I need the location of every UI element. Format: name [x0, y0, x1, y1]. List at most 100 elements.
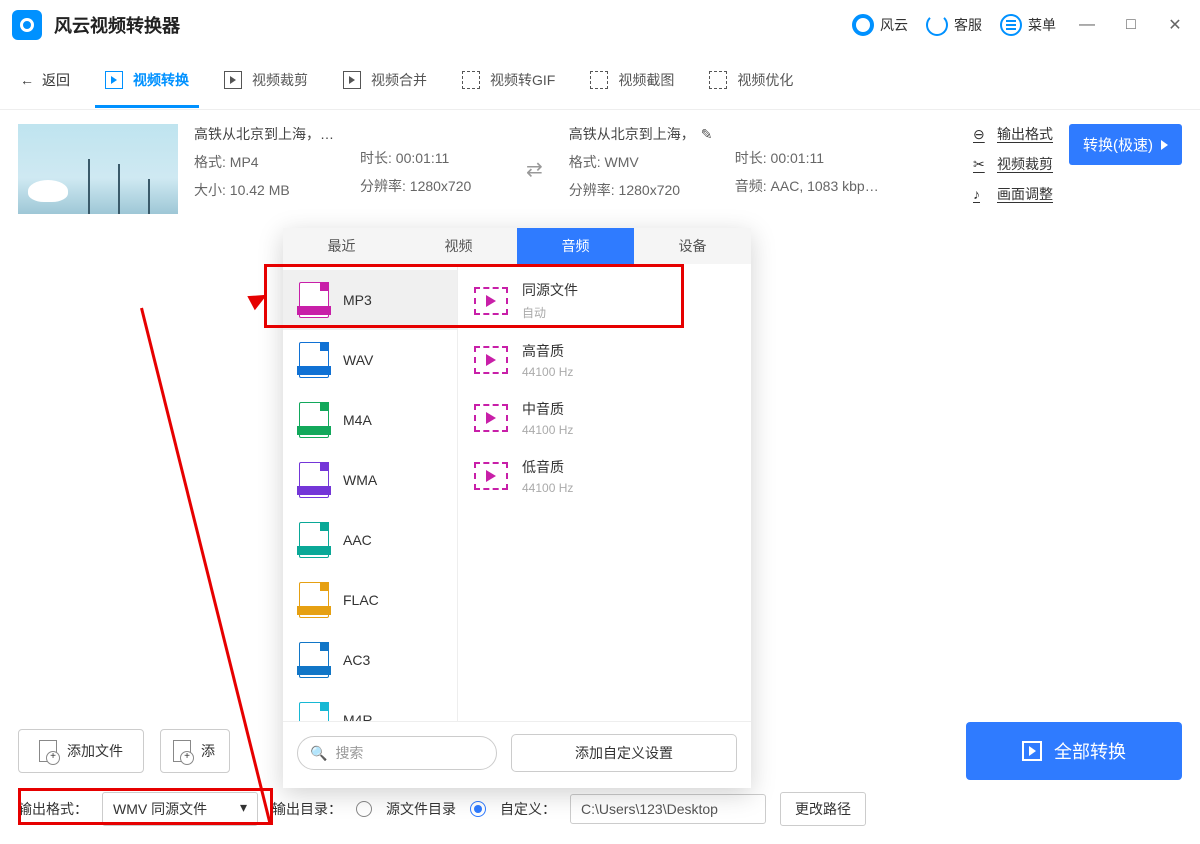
maximize-button[interactable]: □	[1118, 16, 1144, 34]
format-m4r[interactable]: M4R	[283, 690, 457, 721]
add-file-button[interactable]: 添加文件	[18, 729, 144, 773]
action-adjust[interactable]: ♪画面调整	[973, 184, 1053, 204]
quality-high[interactable]: 高音质44100 Hz	[458, 331, 751, 389]
tab-label: 视频裁剪	[252, 70, 308, 90]
file-icon	[299, 702, 329, 721]
chevron-down-icon	[1161, 140, 1168, 150]
tab-video-convert[interactable]: 视频转换	[105, 52, 189, 108]
source-size: 大小: 10.42 MB	[194, 180, 344, 200]
tab-video-crop[interactable]: 视频裁剪	[224, 52, 308, 108]
tab-label: 视频转换	[133, 70, 189, 90]
gif-icon	[462, 71, 480, 89]
format-mp3[interactable]: MP3	[283, 270, 457, 330]
sliders-icon	[709, 71, 727, 89]
format-list: MP3 WAV M4A WMA AAC FLAC AC3 M4R	[283, 264, 458, 721]
quality-list: 同源文件自动 高音质44100 Hz 中音质44100 Hz 低音质44100 …	[458, 264, 751, 721]
support-link[interactable]: 客服	[926, 14, 982, 36]
convert-button[interactable]: 转换(极速)	[1069, 124, 1182, 165]
popup-tab-video[interactable]: 视频	[400, 228, 517, 264]
play-icon	[343, 71, 361, 89]
action-export-format[interactable]: ⊖输出格式	[973, 124, 1053, 144]
film-icon	[474, 346, 508, 374]
image-icon	[590, 71, 608, 89]
add-file-label: 添加文件	[67, 741, 123, 761]
export-icon: ⊖	[973, 126, 989, 142]
brand-link[interactable]: 风云	[852, 14, 908, 36]
close-button[interactable]: ✕	[1162, 15, 1188, 35]
target-resolution: 分辨率: 1280x720	[569, 180, 719, 200]
source-resolution: 分辨率: 1280x720	[360, 176, 500, 196]
format-picker-popup: 最近 视频 音频 设备 MP3 WAV M4A WMA AAC FLAC AC3…	[283, 228, 751, 788]
format-wma[interactable]: WMA	[283, 450, 457, 510]
tab-video-optimize[interactable]: 视频优化	[709, 52, 793, 108]
format-wav[interactable]: WAV	[283, 330, 457, 390]
film-icon	[474, 404, 508, 432]
app-logo	[12, 10, 42, 40]
output-path-field[interactable]: C:\Users\123\Desktop	[570, 794, 766, 824]
title-bar: 风云视频转换器 风云 客服 菜单 — □ ✕	[0, 0, 1200, 50]
target-format: 格式: WMV	[569, 152, 719, 172]
search-input[interactable]: 🔍 搜索	[297, 736, 497, 770]
chevron-down-icon: ▾	[240, 799, 247, 819]
source-duration: 时长: 00:01:11	[360, 148, 500, 168]
tab-label: 视频截图	[618, 70, 674, 90]
popup-tab-audio[interactable]: 音频	[517, 228, 634, 264]
quality-medium[interactable]: 中音质44100 Hz	[458, 389, 751, 447]
file-icon	[299, 342, 329, 378]
menu-label: 菜单	[1028, 15, 1056, 35]
headset-icon	[926, 14, 948, 36]
file-icon	[299, 582, 329, 618]
item-actions: ⊖输出格式 ✂视频裁剪 ♪画面调整	[973, 124, 1053, 204]
output-dir-label: 输出目录：	[272, 799, 342, 819]
quality-same-as-source[interactable]: 同源文件自动	[458, 270, 751, 331]
play-icon	[1022, 741, 1042, 761]
target-audio: 音频: AAC, 1083 kbp…	[735, 176, 885, 196]
convert-label: 转换(极速)	[1083, 134, 1153, 155]
support-label: 客服	[954, 15, 982, 35]
file-icon	[299, 522, 329, 558]
target-title: 高铁从北京到上海，✎	[569, 124, 719, 144]
format-aac[interactable]: AAC	[283, 510, 457, 570]
file-plus-icon	[173, 740, 191, 762]
target-duration: 时长: 00:01:11	[735, 148, 885, 168]
file-icon	[299, 462, 329, 498]
edit-title-icon[interactable]: ✎	[701, 126, 713, 142]
back-button[interactable]: ← 返回	[20, 70, 70, 90]
popup-tab-recent[interactable]: 最近	[283, 228, 400, 264]
quality-low[interactable]: 低音质44100 Hz	[458, 447, 751, 505]
popup-tab-device[interactable]: 设备	[634, 228, 751, 264]
menu-icon	[1000, 14, 1022, 36]
format-flac[interactable]: FLAC	[283, 570, 457, 630]
tab-label: 视频合并	[371, 70, 427, 90]
radio-source-dir-label: 源文件目录	[386, 799, 456, 819]
target-icon	[852, 14, 874, 36]
radio-custom-dir[interactable]	[470, 801, 486, 817]
radio-source-dir[interactable]	[356, 801, 372, 817]
source-format: 格式: MP4	[194, 152, 344, 172]
file-item: 高铁从北京到上海，一路上要吃… 格式: MP4 大小: 10.42 MB 时长:…	[0, 110, 1200, 228]
action-crop[interactable]: ✂视频裁剪	[973, 154, 1053, 174]
format-m4a[interactable]: M4A	[283, 390, 457, 450]
file-icon	[299, 642, 329, 678]
radio-custom-dir-label: 自定义：	[500, 799, 556, 819]
output-format-select[interactable]: WMV 同源文件 ▾	[102, 792, 258, 826]
tab-label: 视频转GIF	[490, 70, 555, 90]
minimize-button[interactable]: —	[1074, 16, 1100, 34]
tab-video-gif[interactable]: 视频转GIF	[462, 52, 555, 108]
add-folder-button[interactable]: 添	[160, 729, 230, 773]
app-title: 风云视频转换器	[54, 12, 180, 38]
menu-link[interactable]: 菜单	[1000, 14, 1056, 36]
film-icon	[474, 287, 508, 315]
tab-video-merge[interactable]: 视频合并	[343, 52, 427, 108]
video-thumbnail[interactable]	[18, 124, 178, 214]
main-nav: ← 返回 视频转换 视频裁剪 视频合并 视频转GIF 视频截图 视频优化	[0, 50, 1200, 110]
format-ac3[interactable]: AC3	[283, 630, 457, 690]
source-title: 高铁从北京到上海，一路上要吃…	[194, 124, 344, 144]
music-icon: ♪	[973, 186, 989, 202]
tab-video-screenshot[interactable]: 视频截图	[590, 52, 674, 108]
convert-all-label: 全部转换	[1054, 738, 1126, 764]
convert-all-button[interactable]: 全部转换	[966, 722, 1182, 780]
search-placeholder: 搜索	[335, 743, 363, 763]
add-custom-settings-button[interactable]: 添加自定义设置	[511, 734, 737, 772]
change-path-button[interactable]: 更改路径	[780, 792, 866, 826]
